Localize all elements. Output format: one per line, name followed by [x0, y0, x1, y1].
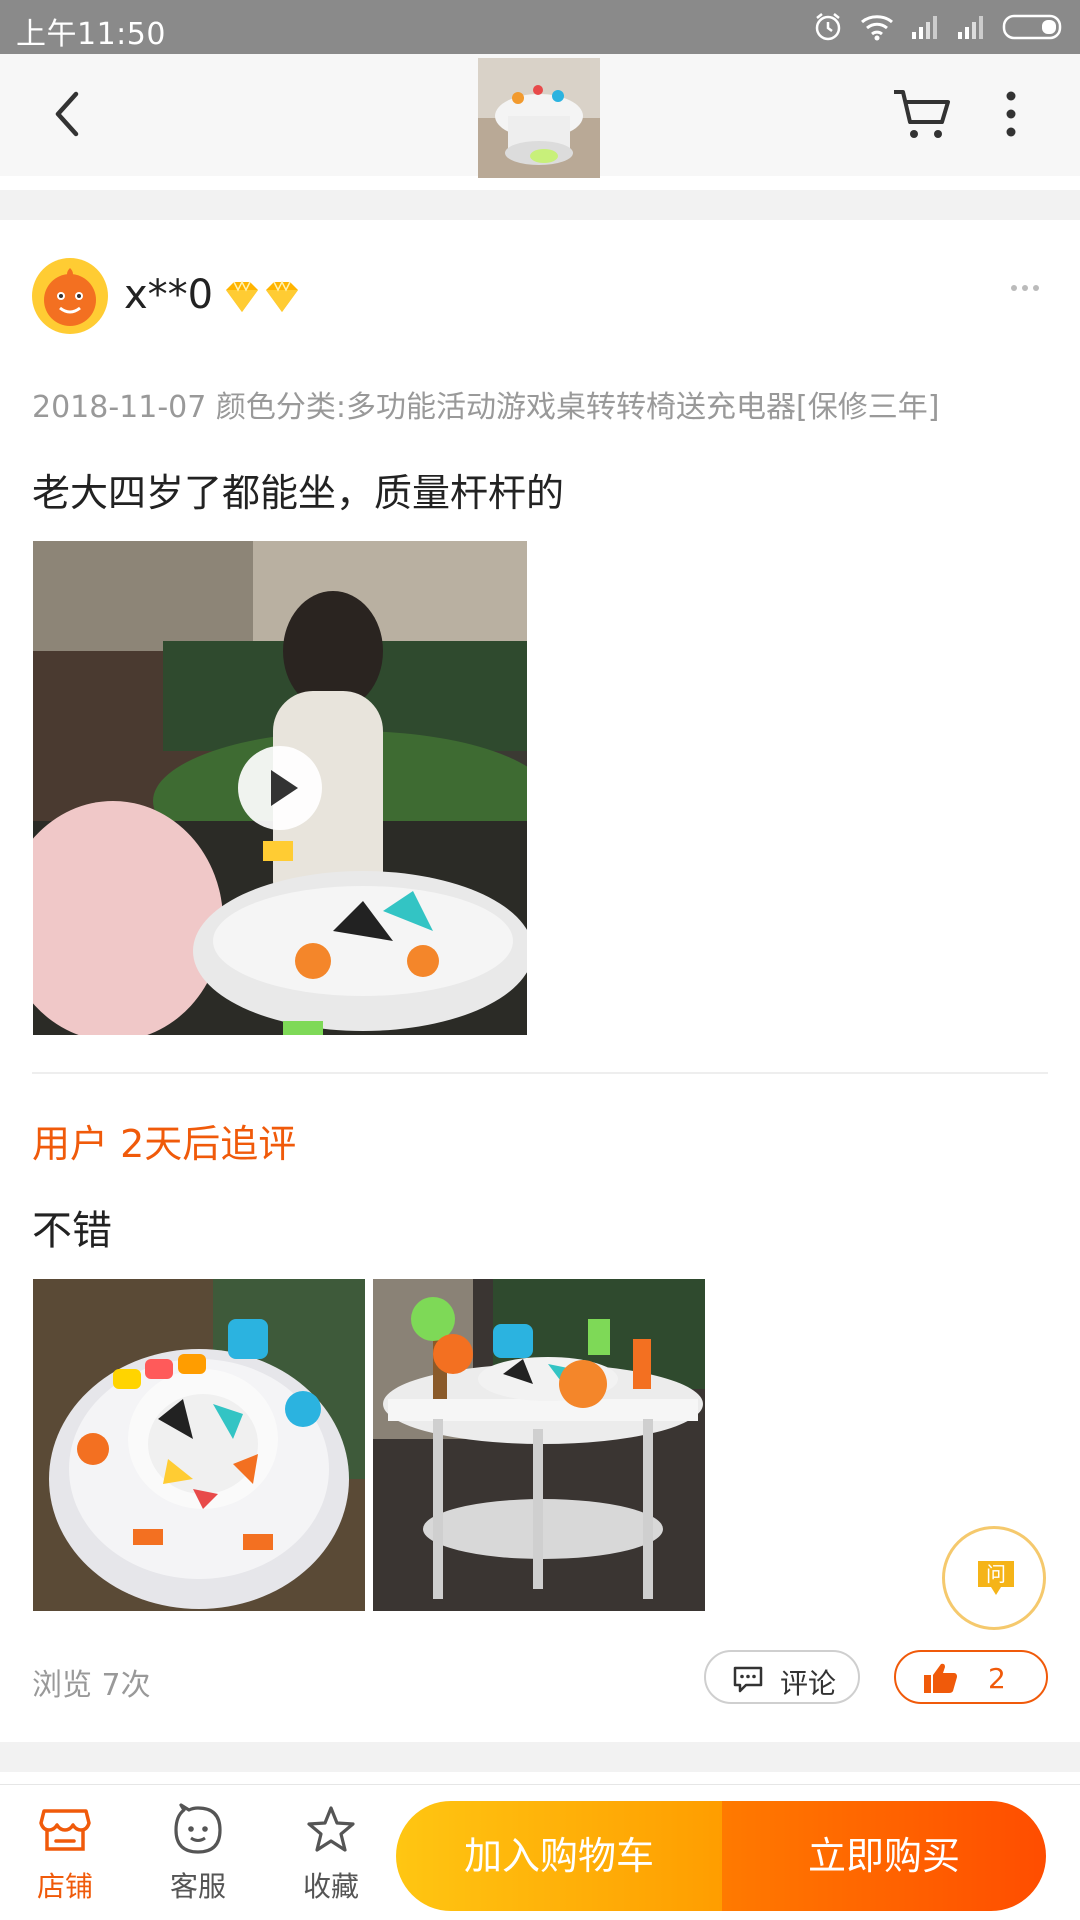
review-username: x**0	[124, 272, 214, 318]
status-icons	[812, 10, 1066, 44]
ask-label: 问	[986, 1562, 1006, 1586]
service-icon	[174, 1803, 222, 1854]
add-to-cart-button[interactable]: 加入购物车	[396, 1801, 722, 1911]
like-button[interactable]: 2	[894, 1650, 1048, 1704]
comment-icon	[733, 1666, 763, 1693]
nav-bar	[0, 54, 1080, 178]
followup-divider	[32, 1072, 1048, 1074]
star-icon	[307, 1806, 355, 1852]
cart-icon[interactable]	[890, 84, 954, 144]
buy-now-button[interactable]: 立即购买	[722, 1801, 1046, 1911]
tab-label: 客服	[169, 1870, 226, 1903]
more-vertical-icon[interactable]	[996, 84, 1026, 144]
product-thumbnail[interactable]	[478, 58, 600, 178]
more-horizontal-icon[interactable]	[1010, 282, 1040, 294]
tab-favorite[interactable]: 收藏	[276, 1803, 386, 1913]
view-count: 浏览 7次	[32, 1668, 151, 1703]
followup-label: 用户 2天后追评	[32, 1122, 297, 1166]
diamond-icon	[266, 280, 298, 312]
signal-icon	[958, 16, 983, 39]
tab-service[interactable]: 客服	[143, 1803, 253, 1913]
signal-icon	[912, 16, 937, 39]
diamond-icon	[226, 280, 258, 312]
tab-store[interactable]: 店铺	[10, 1803, 120, 1913]
play-icon[interactable]	[238, 746, 322, 830]
user-badges	[222, 280, 302, 314]
review-photo[interactable]	[33, 1279, 365, 1611]
alarm-icon	[815, 13, 841, 41]
status-time: 上午11:50	[16, 17, 166, 52]
tab-label: 店铺	[36, 1870, 93, 1903]
section-divider	[0, 190, 1080, 220]
avatar[interactable]	[32, 258, 108, 334]
thumbs-up-icon	[924, 1663, 957, 1693]
like-count: 2	[988, 1662, 1006, 1695]
bottom-action-bar: 店铺 客服 收藏 加入购物车 立即购买	[0, 1784, 1080, 1920]
review-photo[interactable]	[373, 1279, 705, 1611]
ask-icon: 问	[978, 1561, 1014, 1595]
tab-label: 收藏	[302, 1870, 359, 1903]
review-video[interactable]	[33, 541, 527, 1035]
section-divider	[0, 1742, 1080, 1772]
store-icon	[39, 1809, 91, 1851]
wifi-icon	[861, 15, 893, 41]
chevron-left-icon[interactable]	[40, 84, 100, 144]
review-text: 老大四岁了都能坐，质量杆杆的	[32, 471, 565, 515]
comment-label: 评论	[780, 1667, 837, 1700]
comment-button[interactable]: 评论	[704, 1650, 860, 1704]
ask-button[interactable]: 问	[942, 1526, 1046, 1630]
review-meta: 2018-11-07 颜色分类:多功能活动游戏桌转转椅送充电器[保修三年]	[32, 390, 940, 425]
status-bar: 上午11:50	[0, 0, 1080, 54]
battery-icon	[1002, 14, 1062, 40]
followup-text: 不错	[32, 1208, 112, 1254]
